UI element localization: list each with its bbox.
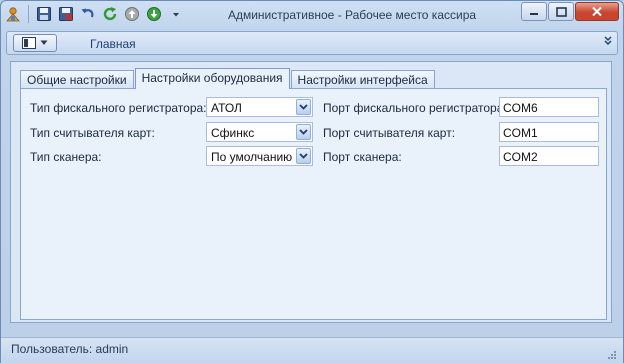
hardware-settings-page: Тип фискального регистратора: АТОЛ Тип с… bbox=[20, 88, 607, 320]
current-user-status: Пользователь: admin bbox=[11, 342, 129, 356]
minimize-button[interactable] bbox=[521, 2, 547, 21]
fiscal-type-select[interactable]: АТОЛ bbox=[206, 97, 313, 117]
window-controls bbox=[521, 2, 619, 21]
collapse-ribbon-icon[interactable] bbox=[604, 36, 612, 49]
close-button[interactable] bbox=[575, 2, 619, 21]
tab-general-settings[interactable]: Общие настройки bbox=[20, 70, 134, 89]
scanner-type-select[interactable]: По умолчанию bbox=[206, 146, 313, 166]
chevron-down-icon bbox=[40, 40, 48, 45]
fiscal-type-label: Тип фискального регистратора: bbox=[30, 101, 207, 115]
scanner-port-label: Порт сканера: bbox=[323, 150, 402, 164]
scanner-type-label: Тип сканера: bbox=[30, 150, 102, 164]
tab-hardware-settings[interactable]: Настройки оборудования bbox=[134, 68, 290, 89]
card-reader-port-label: Порт считывателя карт: bbox=[323, 126, 456, 140]
ribbon-tab-home[interactable]: Главная bbox=[90, 37, 136, 51]
chevron-down-icon[interactable] bbox=[296, 124, 311, 140]
fiscal-port-field[interactable]: COM6 bbox=[499, 97, 599, 117]
chevron-down-icon[interactable] bbox=[296, 148, 311, 164]
app-menu-icon bbox=[22, 37, 36, 49]
settings-tabs: Общие настройки Настройки оборудования Н… bbox=[20, 68, 436, 89]
scanner-port-field[interactable]: COM2 bbox=[499, 146, 599, 166]
chevron-down-icon[interactable] bbox=[296, 99, 311, 115]
main-content: Общие настройки Настройки оборудования Н… bbox=[10, 61, 612, 323]
ribbon-bar: Главная bbox=[6, 31, 618, 55]
tab-interface-settings[interactable]: Настройки интерфейса bbox=[290, 70, 435, 89]
fiscal-type-value: АТОЛ bbox=[211, 101, 242, 115]
card-reader-type-label: Тип считывателя карт: bbox=[30, 126, 155, 140]
resize-grip-icon[interactable] bbox=[607, 349, 617, 359]
fiscal-port-label: Порт фискального регистратора: bbox=[323, 101, 507, 115]
title-bar: Административное - Рабочее место кассира bbox=[1, 1, 623, 31]
card-reader-type-value: Сфинкс bbox=[211, 126, 255, 140]
card-reader-type-select[interactable]: Сфинкс bbox=[206, 122, 313, 142]
app-window: Административное - Рабочее место кассира… bbox=[0, 0, 624, 363]
status-bar: Пользователь: admin bbox=[1, 337, 623, 363]
maximize-button[interactable] bbox=[548, 2, 574, 21]
scanner-type-value: По умолчанию bbox=[211, 150, 293, 164]
card-reader-port-field[interactable]: COM1 bbox=[499, 122, 599, 142]
app-menu-button[interactable] bbox=[13, 34, 57, 52]
